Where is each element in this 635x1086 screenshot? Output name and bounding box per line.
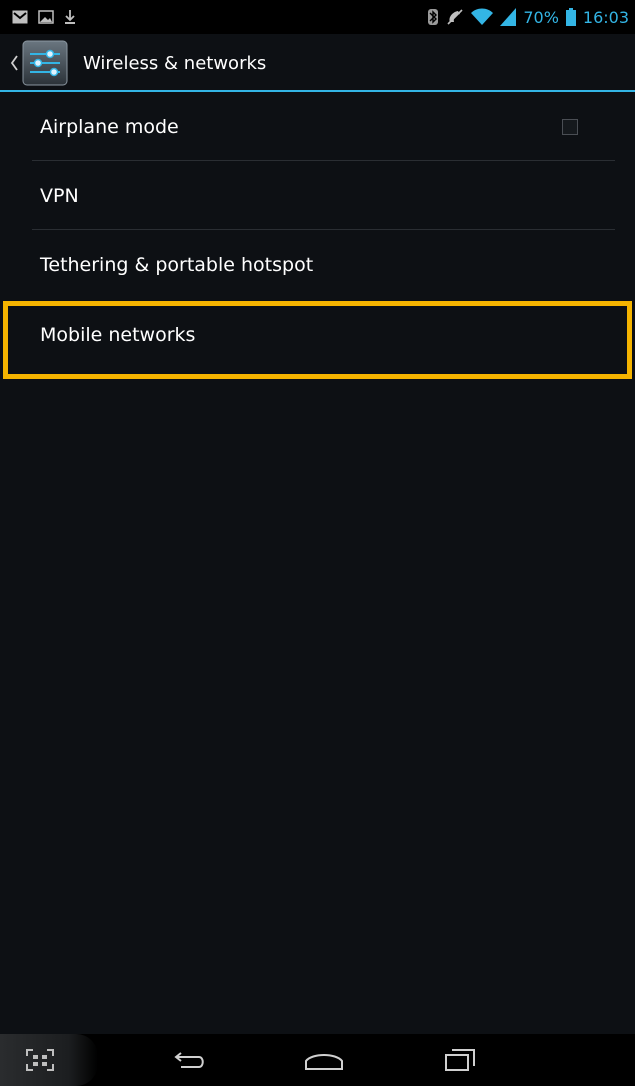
pref-tethering-hotspot[interactable]: Tethering & portable hotspot bbox=[0, 230, 635, 299]
page-title: Wireless & networks bbox=[83, 52, 267, 74]
pref-label: Airplane mode bbox=[40, 115, 179, 138]
wifi-icon bbox=[471, 8, 494, 26]
mute-icon bbox=[446, 8, 464, 26]
notification-icons bbox=[12, 9, 76, 25]
pref-mobile-networks[interactable]: Mobile networks bbox=[0, 299, 635, 379]
pref-label: Mobile networks bbox=[40, 324, 196, 346]
recent-apps-icon[interactable] bbox=[438, 1034, 482, 1086]
airplane-mode-checkbox[interactable] bbox=[562, 119, 578, 135]
pref-label: Tethering & portable hotspot bbox=[40, 253, 314, 276]
status-bar: 70% 16:03 bbox=[0, 0, 635, 34]
system-status: 70% 16:03 bbox=[427, 8, 629, 27]
action-bar[interactable]: Wireless & networks bbox=[0, 34, 635, 92]
battery-icon bbox=[565, 8, 576, 26]
home-icon[interactable] bbox=[300, 1034, 348, 1086]
battery-percent: 70% bbox=[523, 7, 559, 27]
clock: 16:03 bbox=[582, 7, 629, 27]
download-icon bbox=[64, 9, 76, 25]
pref-airplane-mode[interactable]: Airplane mode bbox=[0, 92, 635, 161]
settings-sliders-icon[interactable] bbox=[20, 38, 70, 88]
screen: 70% 16:03 Wireless & networks Airplane m… bbox=[0, 0, 635, 1086]
up-caret-icon[interactable] bbox=[4, 43, 18, 83]
bluetooth-icon bbox=[427, 8, 439, 26]
gmail-icon bbox=[12, 10, 28, 24]
back-icon[interactable] bbox=[168, 1034, 212, 1086]
signal-icon bbox=[500, 8, 517, 26]
screenshot-icon[interactable] bbox=[20, 1034, 60, 1086]
pref-vpn[interactable]: VPN bbox=[0, 161, 635, 230]
navigation-bar bbox=[0, 1034, 635, 1086]
pref-label: VPN bbox=[40, 184, 79, 207]
image-icon bbox=[38, 10, 54, 24]
preference-list: Airplane mode VPN Tethering & portable h… bbox=[0, 92, 635, 379]
